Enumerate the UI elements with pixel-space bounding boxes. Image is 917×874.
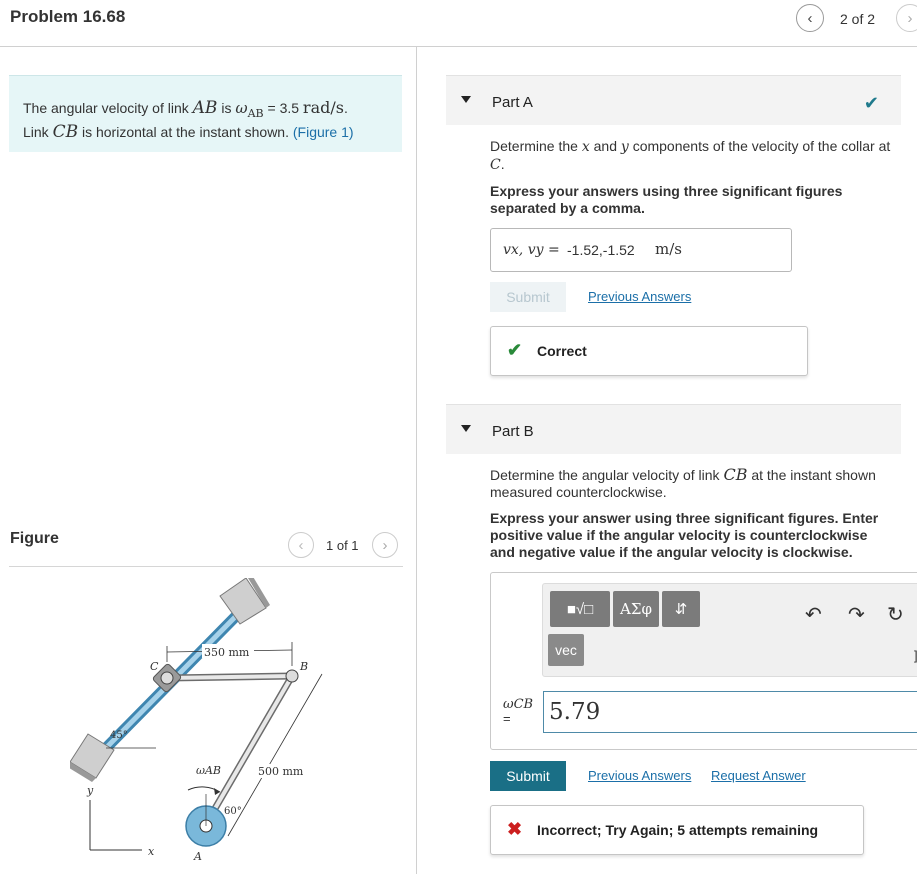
dim-500-label: 500 mm bbox=[258, 765, 304, 778]
question-text: components of the velocity of the collar… bbox=[632, 138, 891, 154]
part-b-instruction: Express your answer using three signific… bbox=[490, 510, 879, 560]
label-angle-45: 45° bbox=[110, 730, 128, 741]
templates-button[interactable]: ■√□ bbox=[550, 591, 610, 627]
chevron-left-icon: ‹ bbox=[807, 9, 813, 27]
part-b-question: Determine the angular velocity of link C… bbox=[490, 466, 895, 501]
part-a-question: Determine the x and y components of the … bbox=[490, 138, 895, 174]
prev-problem-button[interactable]: ‹ bbox=[796, 4, 824, 32]
figure-divider bbox=[9, 566, 403, 567]
mechanism-figure: 350 mm 500 mm C B A ωAB 60° 45° y x bbox=[70, 578, 323, 863]
part-b-submit-button[interactable]: Submit bbox=[490, 761, 566, 791]
pin-c bbox=[160, 671, 174, 685]
pin-b bbox=[285, 669, 299, 683]
part-b-feedback: ✖ Incorrect; Try Again; 5 attempts remai… bbox=[490, 805, 864, 855]
question-text: Determine the bbox=[490, 138, 578, 154]
arrows-button[interactable]: ⇵ bbox=[662, 591, 700, 627]
part-a-submit-button[interactable]: Submit bbox=[490, 282, 566, 312]
close-icon: ✖ bbox=[507, 819, 523, 839]
undo-icon[interactable]: ↶ bbox=[805, 602, 822, 627]
column-divider bbox=[416, 47, 417, 874]
var-c: C bbox=[490, 157, 501, 173]
question-text: . bbox=[500, 156, 505, 172]
part-a-instruction: Express your answers using three signifi… bbox=[490, 183, 843, 216]
link-cb-inner bbox=[167, 674, 293, 680]
link-ab-symbol: AB bbox=[192, 98, 218, 118]
next-figure-button[interactable]: › bbox=[372, 532, 398, 558]
problem-text: is horizontal at the instant shown. bbox=[81, 123, 289, 140]
part-b-answer-input[interactable]: 5.79 bbox=[543, 691, 917, 733]
question-text: and bbox=[593, 138, 617, 154]
figure-label: Figure bbox=[10, 530, 59, 547]
var-y: y bbox=[620, 139, 629, 155]
problem-text: is bbox=[221, 100, 232, 116]
feedback-text: Incorrect; Try Again; 5 attempts remaini… bbox=[537, 822, 819, 838]
part-a-answer-field[interactable]: vx, vy = -1.52,-1.52 m/s bbox=[490, 228, 792, 272]
label-b: B bbox=[299, 660, 308, 673]
problem-statement: The angular velocity of link AB is ωAB =… bbox=[9, 75, 402, 152]
equals-sign: = bbox=[503, 711, 511, 726]
question-text: Determine the angular velocity of link bbox=[490, 467, 720, 483]
chevron-left-icon: ‹ bbox=[298, 536, 304, 554]
chevron-right-icon: › bbox=[382, 536, 388, 554]
redo-icon[interactable]: ↷ bbox=[848, 602, 865, 627]
problem-text: The angular velocity of link bbox=[23, 100, 189, 116]
answer-value: -1.52,-1.52 bbox=[567, 242, 635, 258]
label-omega-ab: ωAB bbox=[196, 764, 221, 777]
link-ab-inner bbox=[204, 674, 294, 826]
greek-symbols-button[interactable]: ΑΣφ bbox=[613, 591, 659, 627]
vector-button[interactable]: vec bbox=[548, 634, 584, 666]
label-y: y bbox=[86, 784, 94, 797]
chevron-right-icon: › bbox=[907, 9, 913, 27]
label-c: C bbox=[150, 660, 159, 673]
problem-text: Link bbox=[23, 123, 49, 140]
figure-link[interactable]: (Figure 1) bbox=[293, 124, 354, 140]
part-a-feedback: ✔ Correct bbox=[490, 326, 808, 376]
answer-label: vx, vy = bbox=[503, 242, 560, 258]
collapse-triangle-icon bbox=[461, 425, 471, 432]
dim-350-label: 350 mm bbox=[204, 646, 250, 659]
link-cb-symbol: CB bbox=[52, 121, 79, 142]
part-a-header[interactable]: Part A ✔ bbox=[446, 75, 901, 125]
omega-cb-label: ωCB = bbox=[503, 697, 533, 726]
problem-title: Problem 16.68 bbox=[10, 7, 126, 26]
feedback-text: Correct bbox=[537, 343, 587, 359]
checkmark-icon: ✔ bbox=[863, 93, 879, 113]
problem-text: . bbox=[343, 100, 348, 116]
omega-subscript: AB bbox=[247, 106, 264, 120]
next-problem-button[interactable]: › bbox=[896, 4, 917, 32]
part-b-previous-answers-link[interactable]: Previous Answers bbox=[588, 768, 691, 783]
omega-cb-symbol: ωCB bbox=[503, 697, 534, 712]
label-angle-60: 60° bbox=[224, 806, 242, 817]
var-x: x bbox=[581, 139, 590, 155]
prev-figure-button[interactable]: ‹ bbox=[288, 532, 314, 558]
label-x: x bbox=[148, 845, 155, 858]
answer-units: m/s bbox=[655, 240, 682, 258]
problem-value: = 3.5 bbox=[267, 100, 300, 116]
part-a-title: Part A bbox=[492, 94, 533, 111]
collapse-triangle-icon bbox=[461, 96, 471, 103]
page-header: Problem 16.68 ‹ 2 of 2 › bbox=[0, 0, 917, 47]
reset-icon[interactable]: ↻ bbox=[887, 602, 904, 627]
label-a: A bbox=[193, 850, 202, 863]
checkmark-icon: ✔ bbox=[507, 340, 523, 360]
page-count: 2 of 2 bbox=[840, 11, 876, 27]
problem-units: rad/s bbox=[302, 98, 344, 117]
request-answer-link[interactable]: Request Answer bbox=[711, 768, 806, 783]
math-toolbar: ■√□ ΑΣφ ⇵ vec ↶ ↷ ↻ ] bbox=[542, 583, 917, 677]
figure-count: 1 of 1 bbox=[326, 538, 359, 553]
part-b-title: Part B bbox=[492, 423, 534, 440]
part-b-header[interactable]: Part B bbox=[446, 404, 901, 454]
part-a-previous-answers-link[interactable]: Previous Answers bbox=[588, 289, 691, 304]
omega-arrowhead bbox=[214, 788, 220, 795]
var-cb: CB bbox=[723, 465, 748, 484]
omega-symbol: ω bbox=[235, 99, 248, 117]
